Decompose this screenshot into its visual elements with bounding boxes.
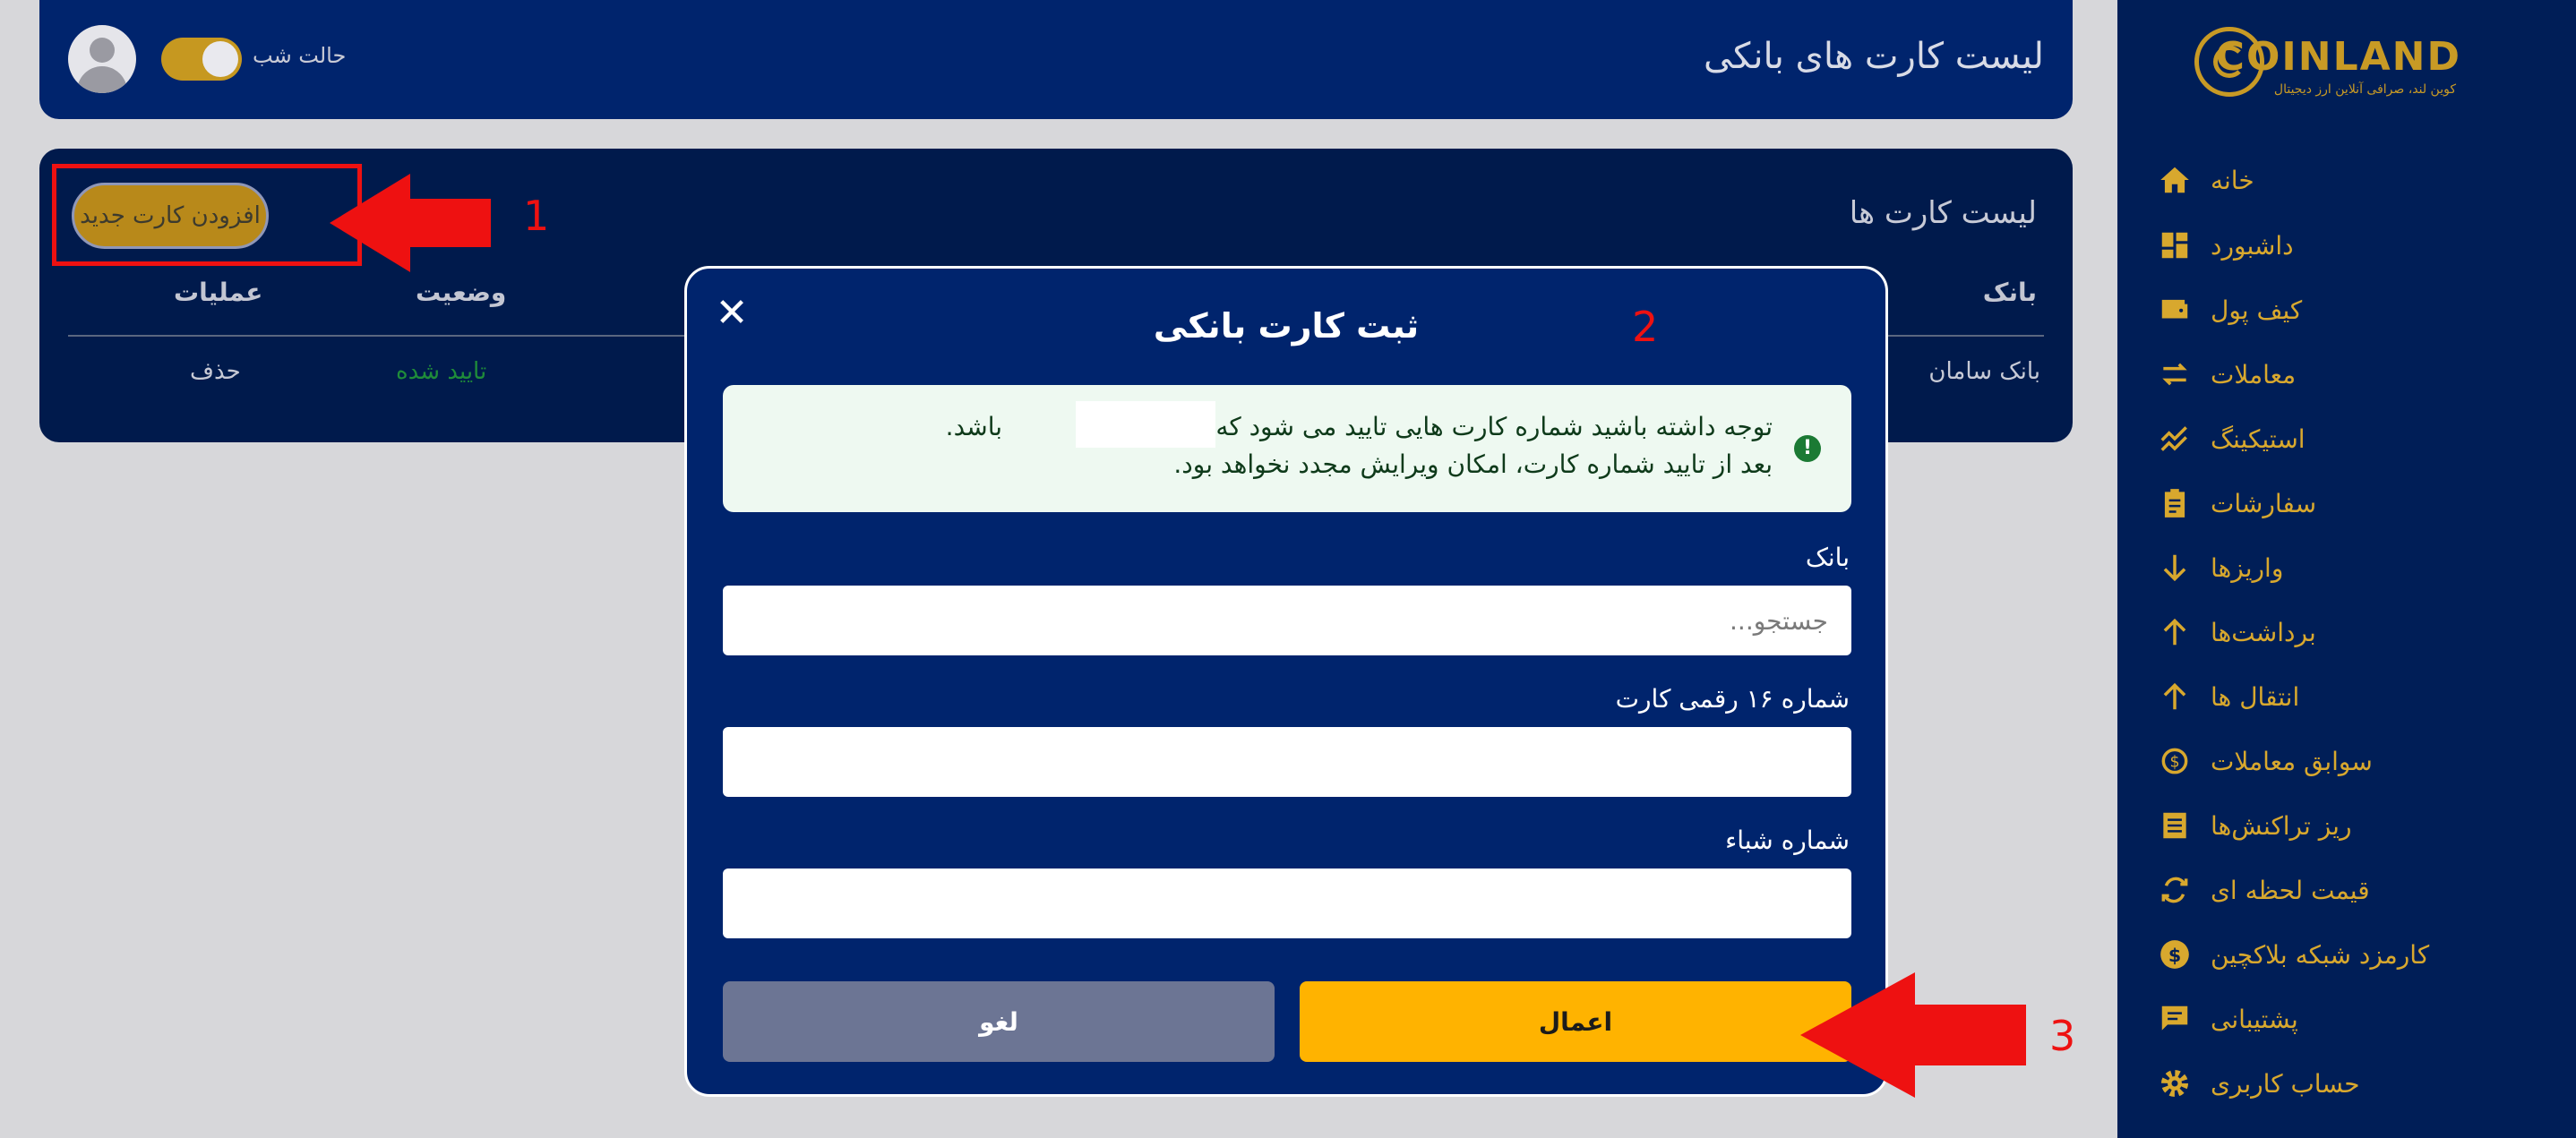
sidebar-item-transaction-details[interactable]: ریز تراکنش‌ها xyxy=(2155,803,2549,848)
annotation-step-1: 1 xyxy=(523,192,550,240)
annotation-step-2: 2 xyxy=(1632,303,1659,351)
annotation-step-3: 3 xyxy=(2049,1012,2076,1060)
page-title: لیست کارت های بانکی xyxy=(1703,36,2044,77)
sidebar-item-home[interactable]: خانه xyxy=(2155,158,2549,202)
sidebar-item-label: حساب کاربری xyxy=(2211,1068,2360,1099)
wallet-icon xyxy=(2155,290,2194,329)
redacted-name xyxy=(1076,401,1215,448)
sheba-label: شماره شباء xyxy=(1725,826,1850,855)
svg-text:$: $ xyxy=(2168,945,2181,966)
sidebar-item-label: پشتیبانی xyxy=(2211,1004,2298,1034)
receipt-icon xyxy=(2155,806,2194,845)
sidebar-item-trades[interactable]: معاملات xyxy=(2155,352,2549,397)
sidebar-item-orders[interactable]: سفارشات xyxy=(2155,481,2549,526)
column-header-actions: عملیات xyxy=(174,278,263,307)
sidebar-item-label: خانه xyxy=(2211,165,2254,195)
sidebar-item-trade-history[interactable]: $ سوابق معاملات xyxy=(2155,739,2549,783)
night-mode-label: حالت شب xyxy=(253,43,347,68)
dashboard-icon xyxy=(2155,226,2194,265)
logo-text: COINLAND xyxy=(2215,34,2461,80)
arrow-up-icon xyxy=(2155,677,2194,716)
chat-icon xyxy=(2155,999,2194,1039)
bank-label: بانک xyxy=(1805,543,1850,572)
sidebar-item-label: برداشت‌ها xyxy=(2211,617,2316,647)
gear-icon xyxy=(2155,1064,2194,1103)
bank-search-input[interactable] xyxy=(723,586,1851,655)
alert-info-icon: ! xyxy=(1794,435,1821,462)
card-number-label: شماره ۱۶ رقمی کارت xyxy=(1615,684,1850,714)
delete-button[interactable]: حذف xyxy=(190,358,241,385)
staking-chart-icon xyxy=(2155,419,2194,458)
swap-icon xyxy=(2155,355,2194,394)
alert-text-line2: بعد از تایید شماره کارت، امکان ویرایش مج… xyxy=(1173,449,1773,479)
sheba-input[interactable] xyxy=(723,868,1851,938)
sidebar-item-label: انتقال ها xyxy=(2211,681,2300,712)
annotation-arrow-1-icon xyxy=(330,174,491,272)
panel-title: لیست کارت ها xyxy=(1849,195,2037,231)
sidebar-item-label: واریزها xyxy=(2211,552,2284,583)
row-bank: بانک سامان xyxy=(1928,358,2040,385)
column-header-status: وضعیت xyxy=(416,278,507,307)
cancel-button[interactable]: لغو xyxy=(723,981,1275,1062)
column-header-bank: بانک xyxy=(1982,278,2037,307)
sidebar-item-dashboard[interactable]: داشبورد xyxy=(2155,223,2549,268)
sidebar-item-label: استیکینگ xyxy=(2211,424,2306,454)
sidebar-item-deposits[interactable]: واریزها xyxy=(2155,545,2549,590)
sidebar-item-withdrawals[interactable]: برداشت‌ها xyxy=(2155,610,2549,655)
sidebar-item-label: سفارشات xyxy=(2211,488,2317,518)
sidebar-item-account[interactable]: حساب کاربری xyxy=(2155,1061,2549,1106)
top-header: لیست کارت های بانکی حالت شب xyxy=(39,0,2073,119)
night-mode-toggle[interactable] xyxy=(161,38,242,81)
logo-subtitle: کوین لند، صرافی آنلاین ارز دیجیتال xyxy=(2273,82,2456,97)
dollar-coin-icon: $ xyxy=(2155,935,2194,974)
sidebar-item-wallet[interactable]: کیف پول xyxy=(2155,287,2549,332)
logo[interactable]: COINLAND کوین لند، صرافی آنلاین ارز دیجی… xyxy=(2194,27,2470,106)
annotation-highlight-box xyxy=(52,164,362,266)
sidebar-item-network-fees[interactable]: $ کارمزد شبکه بلاکچین xyxy=(2155,932,2549,977)
history-dollar-icon: $ xyxy=(2155,741,2194,781)
sidebar-item-live-prices[interactable]: قیمت لحظه ای xyxy=(2155,868,2549,912)
svg-text:$: $ xyxy=(2169,753,2179,771)
sidebar-item-support[interactable]: پشتیبانی xyxy=(2155,997,2549,1041)
refresh-icon xyxy=(2155,870,2194,910)
avatar[interactable] xyxy=(68,25,136,93)
card-number-input[interactable] xyxy=(723,727,1851,797)
sidebar-item-label: قیمت لحظه ای xyxy=(2211,875,2370,905)
sidebar-item-staking[interactable]: استیکینگ xyxy=(2155,416,2549,461)
modal-title: ثبت کارت بانکی xyxy=(1153,306,1420,346)
arrow-up-icon xyxy=(2155,612,2194,652)
apply-button[interactable]: اعمال xyxy=(1300,981,1851,1062)
sidebar: COINLAND کوین لند، صرافی آنلاین ارز دیجی… xyxy=(2117,0,2576,1138)
sidebar-item-label: معاملات xyxy=(2211,359,2297,389)
sidebar-item-label: کیف پول xyxy=(2211,295,2303,325)
annotation-arrow-3-icon xyxy=(1800,972,2026,1098)
sidebar-item-transfers[interactable]: انتقال ها xyxy=(2155,674,2549,719)
sidebar-item-label: داشبورد xyxy=(2211,230,2294,261)
sidebar-item-label: کارمزد شبکه بلاکچین xyxy=(2211,939,2430,970)
notice-alert: ! توجه داشته باشید شماره کارت هایی تایید… xyxy=(723,385,1851,512)
sidebar-item-label: ریز تراکنش‌ها xyxy=(2211,810,2352,841)
arrow-down-icon xyxy=(2155,548,2194,587)
sidebar-item-label: سوابق معاملات xyxy=(2211,746,2373,776)
clipboard-icon xyxy=(2155,483,2194,523)
home-icon xyxy=(2155,160,2194,200)
add-card-modal: ✕ ثبت کارت بانکی ! توجه داشته باشید شمار… xyxy=(684,266,1888,1097)
row-status-badge: تایید شده xyxy=(396,358,487,385)
alert-text-line1: توجه داشته باشید شماره کارت هایی تایید م… xyxy=(945,412,1773,441)
